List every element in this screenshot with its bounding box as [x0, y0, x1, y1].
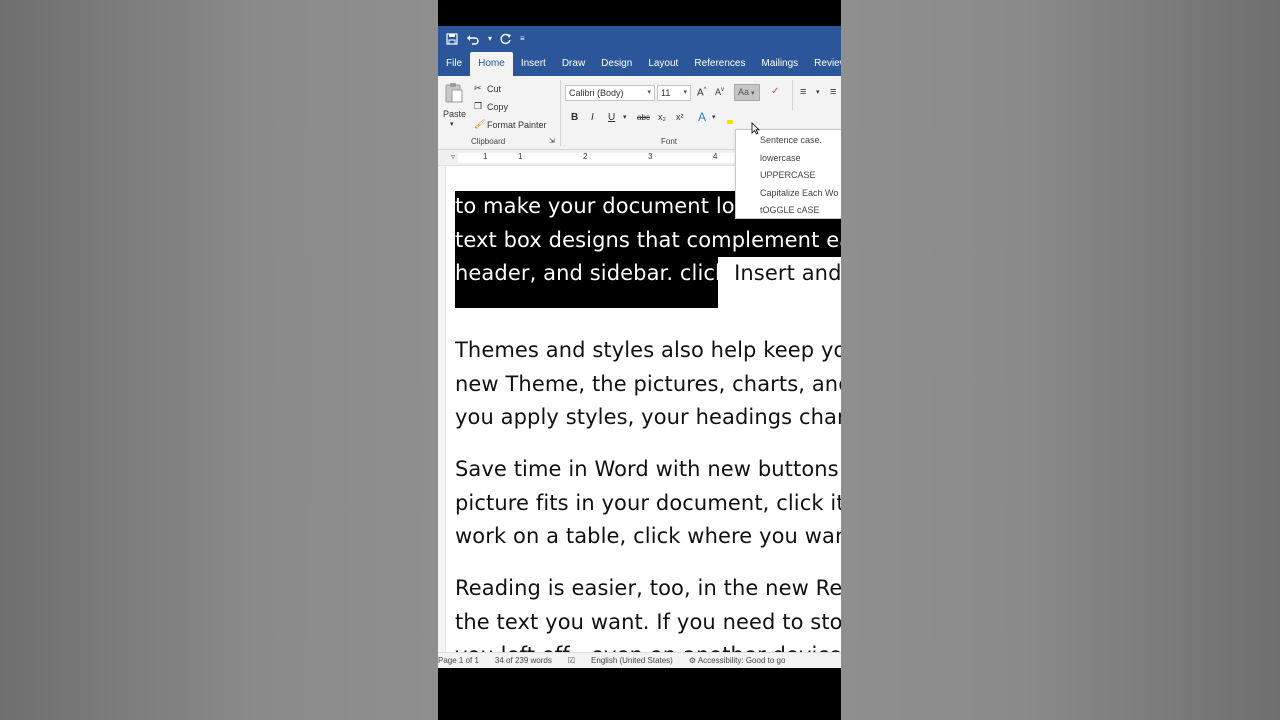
tab-layout[interactable]: Layout — [640, 52, 686, 76]
text-line-tail: Insert and th — [734, 261, 841, 285]
font-name-select[interactable]: Calibri (Body) ▾ — [565, 85, 655, 101]
text-line: header, and sidebar. click — [455, 261, 735, 285]
tab-draw[interactable]: Draw — [554, 52, 593, 76]
clear-formatting-icon[interactable]: ✓ — [771, 86, 779, 97]
tab-file[interactable]: File — [438, 52, 470, 76]
chevron-down-icon[interactable]: ▾ — [712, 113, 716, 121]
menu-item-capitalize[interactable]: Capitalize Each Wo — [760, 188, 838, 198]
format-painter-icon: 🖌 — [474, 119, 486, 129]
accessibility-label: Accessibility: Good to go — [697, 656, 786, 665]
word-count[interactable]: 34 of 239 words — [495, 656, 552, 665]
status-bar: Page 1 of 1 34 of 239 words ☑ English (U… — [438, 652, 841, 668]
redo-icon[interactable] — [500, 33, 512, 45]
numbering-icon[interactable]: ≡ — [830, 86, 836, 98]
text-line: the text you want. If you need to stop — [455, 609, 841, 634]
chevron-down-icon: ▾ — [647, 89, 651, 96]
proofing-icon[interactable]: ☑ — [568, 656, 575, 665]
tab-insert[interactable]: Insert — [513, 52, 554, 76]
text-line: picture fits in your document, click it … — [455, 490, 841, 515]
paragraph-2[interactable]: Themes and styles also help keep you new… — [455, 334, 841, 435]
copy-icon: ❐ — [474, 101, 483, 111]
ruler-number: 1 — [483, 152, 488, 161]
customize-toolbar-icon[interactable]: ≡ — [520, 32, 525, 46]
menu-item-lowercase[interactable]: lowercase — [760, 153, 801, 163]
tab-references[interactable]: References — [686, 52, 753, 76]
change-case-menu: Sentence case. lowercase UPPERCASE Capit… — [735, 129, 841, 219]
text-line: Save time in Word with new buttons t — [455, 457, 841, 481]
font-size-value: 11 — [661, 88, 671, 98]
change-case-label: Aa — [738, 87, 750, 97]
highlight-icon[interactable] — [727, 120, 733, 124]
paragraph-4[interactable]: Reading is easier, too, in the new Read … — [455, 572, 841, 652]
tab-design[interactable]: Design — [593, 52, 640, 76]
italic-button[interactable]: I — [591, 112, 594, 123]
grow-font-icon[interactable]: A^ — [697, 87, 707, 98]
change-case-button[interactable]: Aa ▾ — [734, 84, 760, 101]
tab-home[interactable]: Home — [470, 52, 513, 76]
text-line: you apply styles, your headings chang — [455, 405, 841, 429]
vertical-ruler[interactable] — [438, 166, 446, 652]
chevron-down-icon[interactable]: ▾ — [450, 120, 454, 128]
accessibility-status[interactable]: ⚙ Accessibility: Good to go — [689, 656, 786, 665]
group-divider — [560, 80, 561, 146]
text-effects-icon[interactable]: A — [698, 110, 706, 124]
menu-item-uppercase[interactable]: UPPERCASE — [760, 170, 816, 180]
bold-button[interactable]: B — [571, 112, 578, 123]
paragraph-3[interactable]: Save time in Word with new buttons t pic… — [455, 453, 841, 554]
underline-button[interactable]: U — [608, 112, 615, 123]
format-painter-button[interactable]: Format Painter — [487, 120, 547, 130]
chevron-down-icon[interactable]: ▾ — [816, 88, 820, 96]
font-group-label: Font — [661, 137, 678, 146]
text-line: work on a table, click where you want — [455, 524, 841, 548]
strikethrough-button[interactable]: abc — [637, 113, 650, 122]
page-count[interactable]: Page 1 of 1 — [438, 656, 479, 665]
mouse-pointer-icon — [751, 122, 760, 140]
copy-button[interactable]: Copy — [487, 102, 508, 112]
paste-icon[interactable] — [444, 82, 464, 104]
cut-icon: ✂ — [474, 83, 482, 93]
shrink-font-icon[interactable]: Av — [715, 87, 724, 97]
font-size-select[interactable]: 11 ▾ — [657, 85, 691, 101]
menu-item-toggle-case[interactable]: tOGGLE cASE — [760, 205, 820, 215]
text-line: Themes and styles also help keep you — [455, 338, 841, 362]
word-window: ▾ ≡ File Home Insert Draw Design Layout … — [438, 26, 841, 668]
quick-access-toolbar: ▾ ≡ — [438, 26, 841, 52]
chevron-down-icon[interactable]: ▾ — [488, 32, 492, 46]
document-canvas[interactable]: to make your document look professio tex… — [438, 166, 841, 652]
ruler-number: 1 — [518, 152, 523, 161]
bullets-icon[interactable]: ≡ — [800, 86, 806, 98]
tab-mailings[interactable]: Mailings — [753, 52, 806, 76]
save-icon[interactable] — [446, 33, 458, 45]
tab-review[interactable]: Review — [806, 52, 841, 76]
ruler-number: 3 — [648, 152, 653, 161]
undo-icon[interactable] — [466, 33, 480, 45]
text-line: text box designs that complement eac — [455, 227, 841, 252]
paste-button[interactable]: Paste — [443, 109, 466, 119]
menu-item-sentence-case[interactable]: Sentence case. — [760, 135, 822, 145]
subscript-button[interactable]: x₂ — [658, 112, 666, 122]
video-frame: ▾ ≡ File Home Insert Draw Design Layout … — [438, 0, 841, 720]
accessibility-icon: ⚙ — [688, 656, 698, 665]
chevron-down-icon: ▾ — [749, 90, 755, 97]
chevron-down-icon: ▾ — [683, 89, 687, 96]
text-line: you left off - even on another device. — [455, 639, 841, 652]
ribbon-tabs: File Home Insert Draw Design Layout Refe… — [438, 52, 841, 76]
superscript-button[interactable]: x² — [676, 112, 684, 122]
language-status[interactable]: English (United States) — [591, 656, 673, 665]
group-divider — [792, 80, 793, 110]
text-line: Reading is easier, too, in the new Read — [455, 576, 841, 600]
clipboard-group-label: Clipboard — [471, 137, 506, 146]
chevron-down-icon[interactable]: ▾ — [623, 113, 627, 121]
dialog-launcher-icon[interactable]: ⇲ — [549, 137, 555, 145]
ruler-number: 4 — [713, 152, 718, 161]
indent-marker-icon[interactable]: ▿ — [451, 152, 455, 161]
ruler-number: 2 — [583, 152, 588, 161]
font-name-value: Calibri (Body) — [569, 88, 624, 98]
cut-button[interactable]: Cut — [487, 84, 501, 94]
text-line: new Theme, the pictures, charts, and — [455, 371, 841, 396]
